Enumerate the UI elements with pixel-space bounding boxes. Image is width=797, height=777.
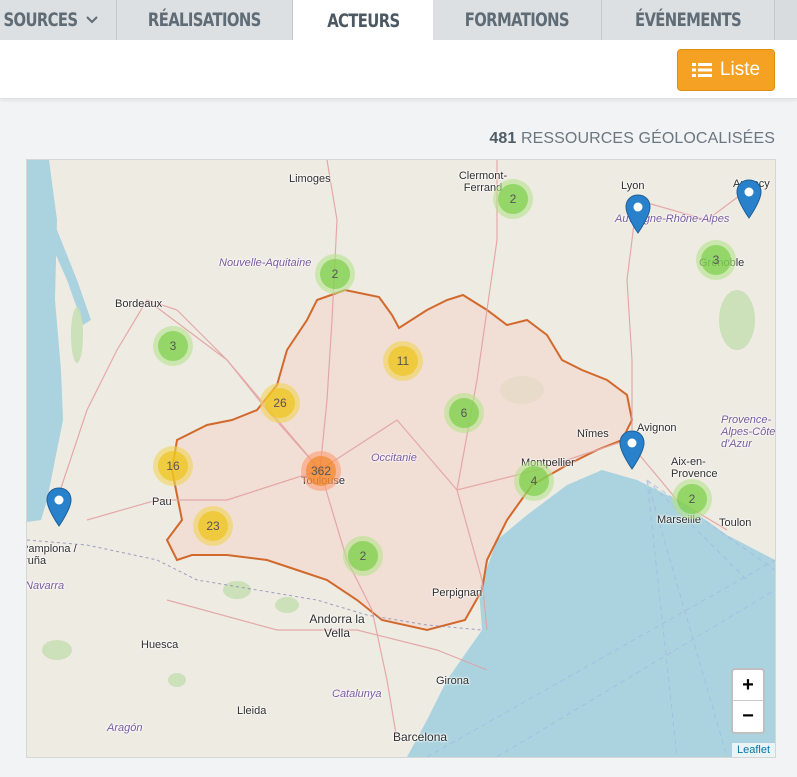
cluster-count: 2 [320, 259, 350, 289]
map-label-nimes: Nîmes [577, 428, 609, 440]
results-count-number: 481 [489, 130, 517, 147]
zoom-out-button[interactable]: − [733, 701, 763, 731]
tab-evenements[interactable]: Événements [602, 0, 775, 40]
zoom-in-button[interactable]: + [733, 670, 763, 701]
marker-avignon-icon[interactable] [619, 430, 645, 470]
cluster-count: 3 [701, 245, 731, 275]
chevron-down-icon [86, 16, 99, 24]
marker-annecy-icon[interactable] [736, 179, 762, 219]
marker-bayonne-icon[interactable] [46, 487, 72, 527]
cluster-count: 2 [677, 484, 707, 514]
map-label-barcelona: Barcelona [393, 730, 448, 744]
liste-button-label: Liste [719, 59, 761, 80]
tab-formations-label: Formations [464, 9, 570, 31]
results-count: 481 RESSOURCES GÉOLOCALISÉES [489, 130, 775, 148]
map-label-lleida: Lleida [237, 705, 267, 717]
cluster-count: 4 [519, 466, 549, 496]
cluster-2-marseille[interactable]: 2 [672, 479, 712, 519]
cluster-3-bordeaux[interactable]: 3 [153, 326, 193, 366]
map-label-perpignan: Perpignan [432, 587, 483, 599]
tab-realisations[interactable]: Réalisations [117, 0, 293, 40]
map-label-pamplona: Pamplona / Iruña [27, 543, 77, 567]
tab-realisations-label: Réalisations [148, 9, 261, 31]
zoom-control: + − [731, 668, 765, 734]
list-icon [691, 63, 712, 77]
map-label-girona: Girona [436, 675, 470, 687]
cluster-count: 6 [449, 398, 479, 428]
map-label-lyon: Lyon [621, 180, 645, 192]
map-label-catalunya: Catalunya [332, 688, 382, 700]
map-label-navarra: Navarra [27, 580, 65, 592]
cluster-6[interactable]: 6 [444, 393, 484, 433]
cluster-toulouse[interactable]: 362 [301, 451, 341, 491]
cluster-count: 16 [158, 451, 188, 481]
map-label-toulon: Toulon [719, 517, 752, 529]
results-count-label: RESSOURCES GÉOLOCALISÉES [520, 130, 775, 147]
map-label-nouvelle-aquitaine: Nouvelle-Aquitaine [219, 257, 312, 269]
tab-sources-label: Sources [2, 9, 78, 31]
cluster-count: 23 [198, 511, 228, 541]
cluster-3-grenoble[interactable]: 3 [696, 240, 736, 280]
cluster-16[interactable]: 16 [153, 446, 193, 486]
cluster-count: 2 [498, 184, 528, 214]
tab-formations[interactable]: Formations [433, 0, 602, 40]
map-label-andorra: Andorra la Vella [309, 612, 365, 640]
map-label-aix: Aix-en-Provence [671, 456, 718, 480]
map-label-bordeaux: Bordeaux [115, 298, 163, 310]
cluster-2-south[interactable]: 2 [343, 536, 383, 576]
cluster-2-clermont[interactable]: 2 [493, 179, 533, 219]
map-label-pau: Pau [152, 496, 172, 508]
map-label-paca: Provence-Alpes-Côte d'Azur [721, 414, 775, 450]
cluster-4[interactable]: 4 [514, 461, 554, 501]
cluster-2-north[interactable]: 2 [315, 254, 355, 294]
cluster-count: 362 [306, 456, 336, 486]
map-label-limoges: Limoges [289, 173, 331, 185]
tab-acteurs-label: Acteurs [326, 9, 400, 32]
leaflet-link[interactable]: Leaflet [737, 744, 770, 756]
map-label-aragon: Aragón [107, 722, 143, 734]
tab-sources[interactable]: Sources [0, 0, 117, 40]
cluster-23[interactable]: 23 [193, 506, 233, 546]
cluster-count: 11 [388, 346, 418, 376]
tab-evenements-label: Événements [634, 9, 742, 31]
liste-button[interactable]: Liste [677, 49, 775, 91]
tab-bar: Sources Réalisations Acteurs Formations … [0, 0, 797, 41]
marker-lyon-icon[interactable] [625, 194, 651, 234]
cluster-count: 26 [265, 388, 295, 418]
cluster-26[interactable]: 26 [260, 383, 300, 423]
tab-acteurs[interactable]: Acteurs [293, 0, 433, 41]
cluster-count: 3 [158, 331, 188, 361]
toolbar: Liste [0, 40, 797, 99]
cluster-11[interactable]: 11 [383, 341, 423, 381]
map-label-huesca: Huesca [141, 639, 179, 651]
map-attribution[interactable]: Leaflet [731, 743, 775, 757]
map-label-occitanie: Occitanie [371, 452, 417, 464]
map[interactable]: Limoges Clermont-Ferrand Lyon Annecy Auv… [26, 159, 776, 758]
cluster-count: 2 [348, 541, 378, 571]
